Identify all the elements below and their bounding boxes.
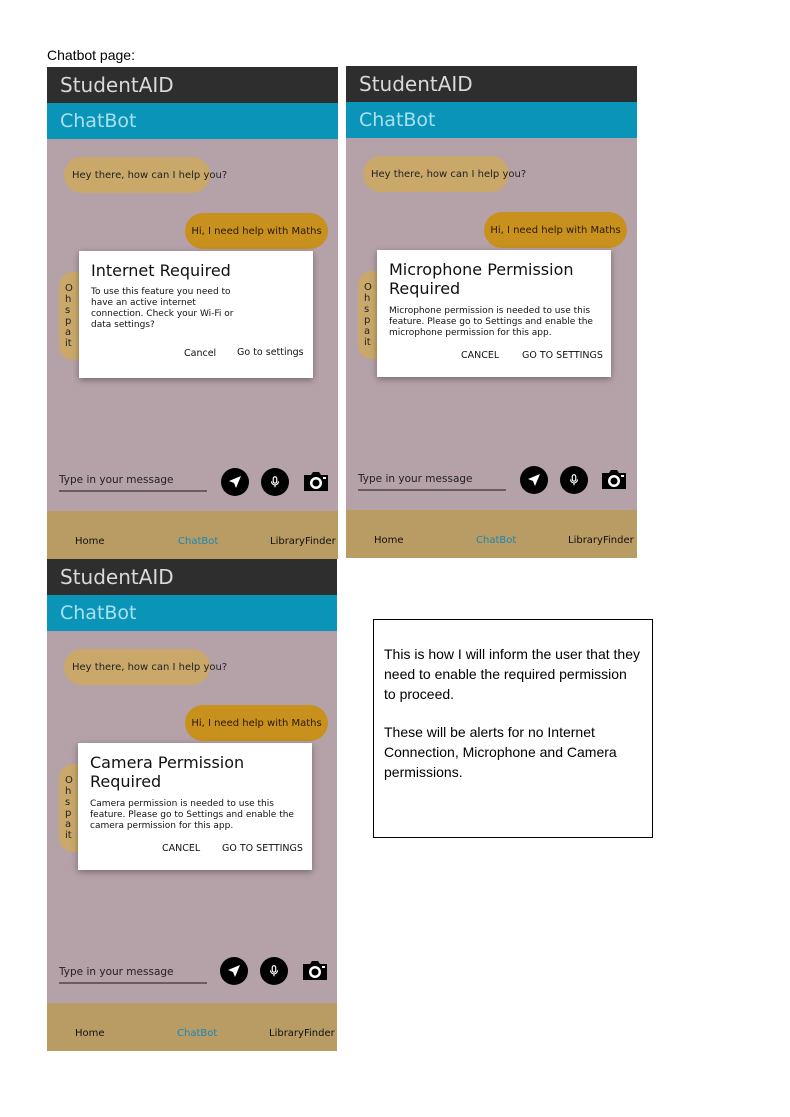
user-message-bubble: Hi, I need help with Maths [484,212,627,248]
reply-fragment: p [65,808,72,819]
reply-fragment: s [364,304,370,315]
bot-message-bubble: Hey there, how can I help you? [64,649,227,685]
reply-fragment: s [65,797,71,808]
nav-chatbot[interactable]: ChatBot [476,535,516,546]
cancel-button[interactable]: CANCEL [162,843,200,854]
microphone-permission-dialog: Microphone Permission Required Microphon… [377,250,611,377]
bot-message-bubble: Hey there, how can I help you? [363,156,526,192]
reply-fragment: O [65,283,73,294]
app-bar: StudentAID [47,67,338,103]
app-bar: StudentAID [346,66,637,102]
reply-fragment: O [364,282,372,293]
page-title: ChatBot [60,602,137,624]
explanation-note: This is how I will inform the user that … [373,619,653,838]
app-title: StudentAID [60,565,174,589]
user-message-bubble: Hi, I need help with Maths [185,213,328,249]
nav-libraryfinder[interactable]: LibraryFinder [269,1028,335,1039]
dialog-title: Internet Required [91,261,231,280]
message-input[interactable] [59,962,207,982]
camera-icon[interactable] [599,465,629,493]
nav-home[interactable]: Home [75,1028,105,1039]
bottom-navigation: Home ChatBot LibraryFinder [47,1003,337,1051]
reply-fragment: it [65,338,72,349]
app-title: StudentAID [359,72,473,96]
reply-fragment: it [65,830,72,841]
dialog-message: Camera permission is needed to use this … [90,799,294,831]
cancel-button[interactable]: Cancel [184,348,216,359]
dialog-message: Microphone permission is needed to use t… [389,306,593,338]
page-title: ChatBot [359,109,436,131]
dialog-message: To use this feature you need to have an … [91,287,234,330]
app-bar: StudentAID [47,559,337,595]
internet-required-dialog: Internet Required To use this feature yo… [79,251,313,378]
nav-home[interactable]: Home [374,535,404,546]
microphone-icon[interactable] [560,466,588,494]
reply-fragment: h [65,294,72,305]
camera-icon[interactable] [300,956,330,984]
nav-home[interactable]: Home [75,536,105,547]
note-paragraph: This is how I will inform the user that … [384,646,640,702]
phone-screen-camera: StudentAID ChatBot Hey there, how can I … [47,559,337,1051]
go-to-settings-button[interactable]: Go to settings [237,347,304,358]
reply-fragment: O [65,775,73,786]
page-heading: Chatbot page: [47,47,135,63]
bot-message-bubble: Hey there, how can I help you? [64,157,227,193]
nav-chatbot[interactable]: ChatBot [177,1028,217,1039]
reply-fragment: h [364,293,371,304]
microphone-icon[interactable] [261,468,289,496]
phone-screen-internet: StudentAID ChatBot Hey there, how can I … [47,67,338,559]
reply-fragment: p [364,315,371,326]
chatbot-header: ChatBot [47,595,337,631]
send-icon[interactable] [220,957,248,985]
user-message-bubble: Hi, I need help with Maths [185,705,328,741]
dialog-title: Camera Permission Required [90,753,245,791]
reply-fragment: a [364,326,371,337]
reply-fragment: a [65,819,72,830]
reply-fragment: p [65,316,72,327]
message-input-container [358,469,506,491]
reply-fragment: it [364,337,371,348]
nav-libraryfinder[interactable]: LibraryFinder [270,536,336,547]
reply-fragment: s [65,305,71,316]
reply-fragment: h [65,786,72,797]
phone-screen-microphone: StudentAID ChatBot Hey there, how can I … [346,66,637,558]
chatbot-header: ChatBot [47,103,338,139]
reply-fragment: a [65,327,72,338]
camera-icon[interactable] [301,467,331,495]
message-input-container [59,470,207,492]
dialog-title: Microphone Permission Required [389,260,574,298]
message-input[interactable] [358,469,506,489]
bottom-navigation: Home ChatBot LibraryFinder [346,510,637,558]
bottom-navigation: Home ChatBot LibraryFinder [47,511,338,559]
app-title: StudentAID [60,73,174,97]
cancel-button[interactable]: CANCEL [461,350,499,361]
microphone-icon[interactable] [260,957,288,985]
message-input[interactable] [59,470,207,490]
message-input-container [59,962,207,984]
chatbot-header: ChatBot [346,102,637,138]
nav-chatbot[interactable]: ChatBot [178,536,218,547]
go-to-settings-button[interactable]: GO TO SETTINGS [522,350,603,361]
note-paragraph: These will be alerts for no Internet Con… [384,724,617,780]
nav-libraryfinder[interactable]: LibraryFinder [568,535,634,546]
send-icon[interactable] [520,466,548,494]
go-to-settings-button[interactable]: GO TO SETTINGS [222,843,303,854]
page-title: ChatBot [60,110,137,132]
camera-permission-dialog: Camera Permission Required Camera permis… [78,743,312,870]
send-icon[interactable] [221,468,249,496]
